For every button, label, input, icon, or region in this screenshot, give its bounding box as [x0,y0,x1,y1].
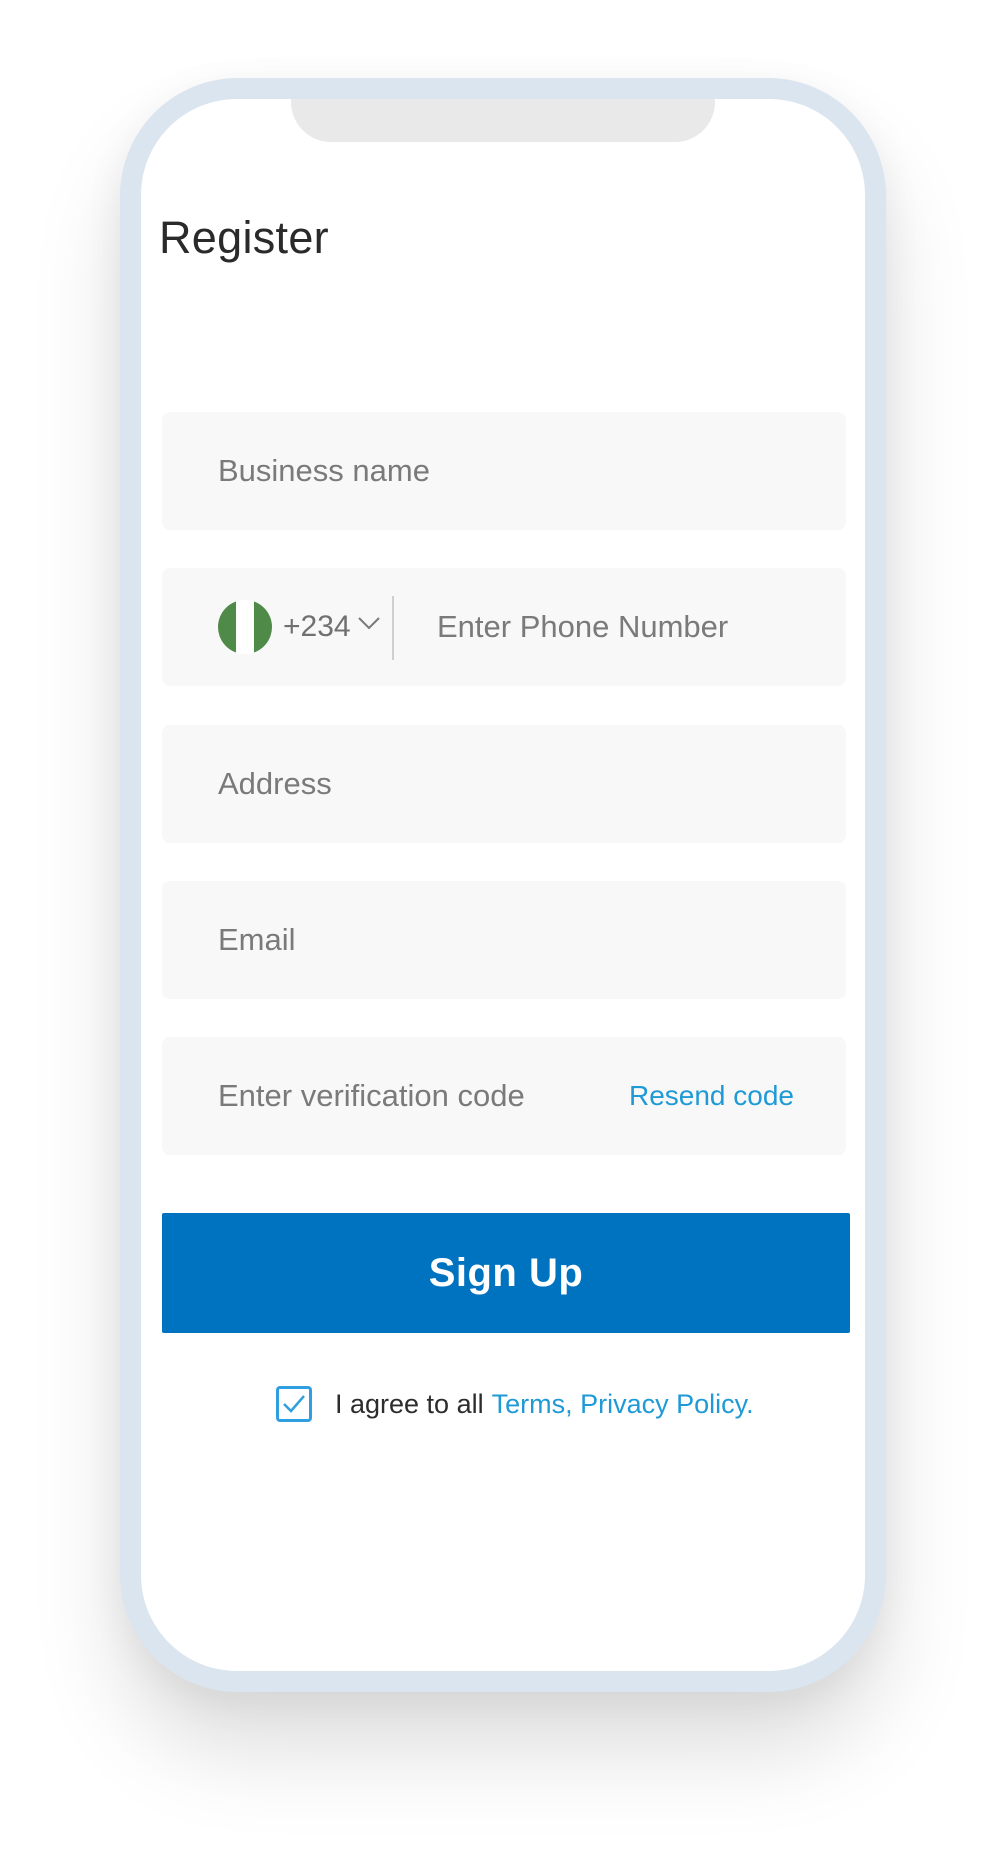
country-code-selector[interactable]: +234 [283,568,351,686]
phone-notch [291,99,715,142]
email-field[interactable]: Email [162,881,846,999]
verification-code-field[interactable]: Enter verification code Resend code [162,1037,846,1155]
phone-divider [392,596,394,660]
business-name-placeholder: Business name [218,453,430,488]
address-placeholder: Address [218,766,332,801]
address-field[interactable]: Address [162,725,846,843]
agree-checkbox[interactable] [276,1386,312,1422]
business-name-field[interactable]: Business name [162,412,846,530]
checkmark-icon [283,1395,305,1413]
phone-field[interactable]: +234 Enter Phone Number [162,568,846,686]
resend-code-link[interactable]: Resend code [629,1037,794,1155]
screen: Register Business name +234 Enter Phone … [141,99,865,1671]
terms-agreement: I agree to all Terms, Privacy Policy. [276,1383,754,1425]
terms-privacy-link[interactable]: Terms, Privacy Policy. [492,1389,754,1420]
sign-up-button[interactable]: Sign Up [162,1213,850,1333]
page-title: Register [159,212,329,263]
verification-code-placeholder: Enter verification code [218,1078,525,1113]
chevron-down-icon[interactable] [357,614,381,632]
phone-frame: Register Business name +234 Enter Phone … [120,78,886,1692]
phone-number-placeholder: Enter Phone Number [437,609,729,644]
nigeria-flag-icon[interactable] [218,600,272,654]
email-placeholder: Email [218,922,296,957]
agree-text: I agree to all [335,1388,484,1419]
